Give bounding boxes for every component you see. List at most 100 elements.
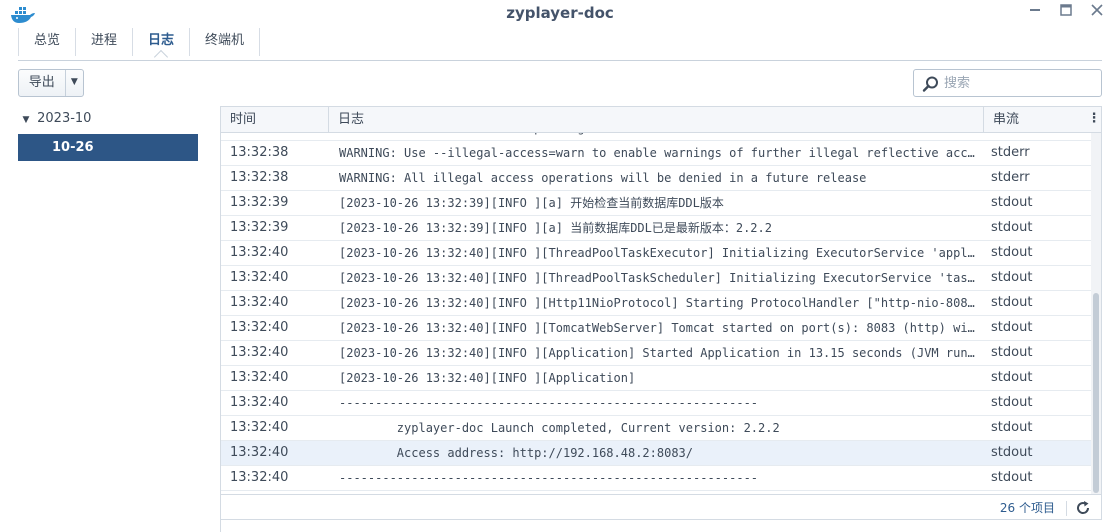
header-time[interactable]: 时间: [221, 107, 329, 132]
header-stream[interactable]: 串流: [984, 107, 1087, 132]
close-button[interactable]: [1086, 4, 1108, 22]
time-cell: 13:32:40: [230, 295, 289, 310]
export-button[interactable]: 导出 ▼: [18, 69, 84, 97]
table-row[interactable]: 13:32:40 Access address: http://192.168.…: [221, 441, 1091, 466]
stream-cell: stdout: [991, 270, 1033, 285]
stream-cell: stdout: [991, 345, 1033, 360]
table-row[interactable]: 13:32:39 [2023-10-26 13:32:39][INFO ][a] …: [221, 191, 1091, 216]
table-row[interactable]: 13:32:40 --------------------------------…: [221, 466, 1091, 491]
table-row[interactable]: 13:32:38 WARNING: Use --illegal-access=wa…: [221, 141, 1091, 166]
date-tree: ▼ 2023-10 10-26: [18, 106, 218, 532]
table-row[interactable]: 13:32:40 [2023-10-26 13:32:40][INFO ][App…: [221, 341, 1091, 366]
tree-month-label: 2023-10: [37, 111, 92, 126]
log-cell: [2023-10-26 13:32:40][INFO ][Http11NioPr…: [339, 296, 979, 310]
log-cell: ----------------------------------------…: [339, 396, 759, 410]
time-cell: 13:32:40: [230, 345, 289, 360]
table-row[interactable]: 13:32:40 [2023-10-26 13:32:40][INFO ][App…: [221, 366, 1091, 391]
refresh-icon[interactable]: [1075, 500, 1091, 516]
export-label[interactable]: 导出: [19, 70, 66, 96]
table-row[interactable]: 13:32:39 [2023-10-26 13:32:39][INFO ][a] …: [221, 216, 1091, 241]
vertical-scrollbar[interactable]: [1091, 133, 1101, 494]
time-cell: 13:32:40: [230, 470, 289, 485]
tab-bar: 总览 进程 日志 终端机: [18, 28, 261, 65]
search-input[interactable]: [944, 73, 1094, 93]
time-cell: 13:32:40: [230, 245, 289, 260]
stream-cell: stderr: [991, 133, 1030, 140]
table-row[interactable]: 13:32:40 --------------------------------…: [221, 391, 1091, 416]
active-tab-caret: [153, 49, 169, 65]
table-body: 13:32:38 WARNING: Please consider reporti…: [221, 133, 1091, 494]
table-rows: 13:32:38 WARNING: Please consider reporti…: [221, 133, 1091, 491]
time-cell: 13:32:40: [230, 420, 289, 435]
table-row[interactable]: 13:32:40 [2023-10-26 13:32:40][INFO ][Tom…: [221, 316, 1091, 341]
tree-month[interactable]: ▼ 2023-10: [18, 108, 92, 131]
stream-cell: stderr: [991, 145, 1030, 160]
log-cell: [2023-10-26 13:32:40][INFO ][ThreadPoolT…: [339, 271, 979, 285]
time-cell: 13:32:40: [230, 395, 289, 410]
stream-cell: stdout: [991, 445, 1033, 460]
stream-cell: stdout: [991, 295, 1033, 310]
app-window: zyplayer-doc 总览 进程 日志 终端机 导出 ▼ ▼ 2023-10: [0, 0, 1120, 532]
log-table: 时间 日志 串流 ⋮ 13:32:38 WARNING: Please consi…: [221, 106, 1102, 520]
tab-log[interactable]: 日志: [133, 28, 191, 65]
window-title: zyplayer-doc: [506, 4, 614, 22]
column-menu-icon[interactable]: ⋮: [1087, 107, 1101, 132]
log-cell: zyplayer-doc Launch completed, Current v…: [339, 421, 780, 435]
time-cell: 13:32:39: [230, 195, 289, 210]
header-log[interactable]: 日志: [329, 107, 984, 132]
stream-cell: stdout: [991, 320, 1033, 335]
title-bar: zyplayer-doc: [0, 0, 1120, 28]
log-cell: [2023-10-26 13:32:40][INFO ][Application…: [339, 371, 636, 385]
stream-cell: stdout: [991, 470, 1033, 485]
tab-overview[interactable]: 总览: [18, 28, 77, 56]
tab-divider: [18, 60, 1102, 61]
log-cell: WARNING: Use --illegal-access=warn to en…: [339, 146, 979, 160]
log-cell: Access address: http://192.168.48.2:8083…: [339, 446, 694, 460]
log-cell: [2023-10-26 13:32:39][INFO ][a] 当前数据库DDL…: [339, 221, 772, 235]
stream-cell: stdout: [991, 420, 1033, 435]
table-row[interactable]: 13:32:40 zyplayer-doc Launch completed, …: [221, 416, 1091, 441]
tab-log-label: 日志: [148, 33, 175, 48]
minimize-button[interactable]: [1024, 4, 1046, 22]
table-row[interactable]: 13:32:40 [2023-10-26 13:32:40][INFO ][Thr…: [221, 266, 1091, 291]
stream-cell: stdout: [991, 395, 1033, 410]
stream-cell: stdout: [991, 220, 1033, 235]
close-icon: [1091, 4, 1103, 16]
stream-cell: stdout: [991, 245, 1033, 260]
time-cell: 13:32:40: [230, 445, 289, 460]
stream-cell: stdout: [991, 370, 1033, 385]
time-cell: 13:32:38: [230, 133, 288, 140]
log-cell: [2023-10-26 13:32:40][INFO ][Application…: [339, 346, 979, 360]
export-dropdown-icon[interactable]: ▼: [66, 70, 83, 96]
table-row[interactable]: 13:32:40 [2023-10-26 13:32:40][INFO ][Htt…: [221, 291, 1091, 316]
table-row[interactable]: 13:32:38 WARNING: All illegal access oper…: [221, 166, 1091, 191]
maximize-button[interactable]: [1055, 4, 1077, 22]
tab-terminal[interactable]: 终端机: [190, 28, 261, 56]
table-footer: 26 个项目: [221, 494, 1101, 519]
minimize-icon: [1030, 9, 1040, 11]
search-icon: [922, 76, 938, 92]
time-cell: 13:32:40: [230, 370, 289, 385]
log-cell: [2023-10-26 13:32:40][INFO ][TomcatWebSe…: [339, 321, 979, 335]
tree-day-selected[interactable]: 10-26: [18, 134, 198, 161]
time-cell: 13:32:40: [230, 320, 289, 335]
table-row[interactable]: 13:32:38 WARNING: Please consider reporti…: [221, 133, 1091, 141]
log-cell: WARNING: All illegal access operations w…: [339, 171, 867, 185]
maximize-icon: [1060, 4, 1072, 16]
time-cell: 13:32:40: [230, 270, 289, 285]
time-cell: 13:32:38: [230, 170, 289, 185]
search-box[interactable]: [913, 69, 1102, 97]
time-cell: 13:32:39: [230, 220, 289, 235]
scrollbar-thumb[interactable]: [1093, 293, 1099, 493]
item-count: 26 个项目: [999, 501, 1055, 515]
footer-divider: [1066, 501, 1067, 516]
stream-cell: stderr: [991, 170, 1030, 185]
table-header: 时间 日志 串流 ⋮: [221, 107, 1101, 133]
expand-triangle-icon[interactable]: ▼: [19, 109, 33, 131]
tab-process[interactable]: 进程: [76, 28, 134, 56]
table-row[interactable]: 13:32:40 [2023-10-26 13:32:40][INFO ][Thr…: [221, 241, 1091, 266]
log-cell: [2023-10-26 13:32:40][INFO ][ThreadPoolT…: [339, 246, 979, 260]
stream-cell: stdout: [991, 195, 1033, 210]
log-cell: [2023-10-26 13:32:39][INFO ][a] 开始检查当前数据…: [339, 196, 724, 210]
log-cell: WARNING: Please consider reporting this …: [339, 133, 979, 140]
